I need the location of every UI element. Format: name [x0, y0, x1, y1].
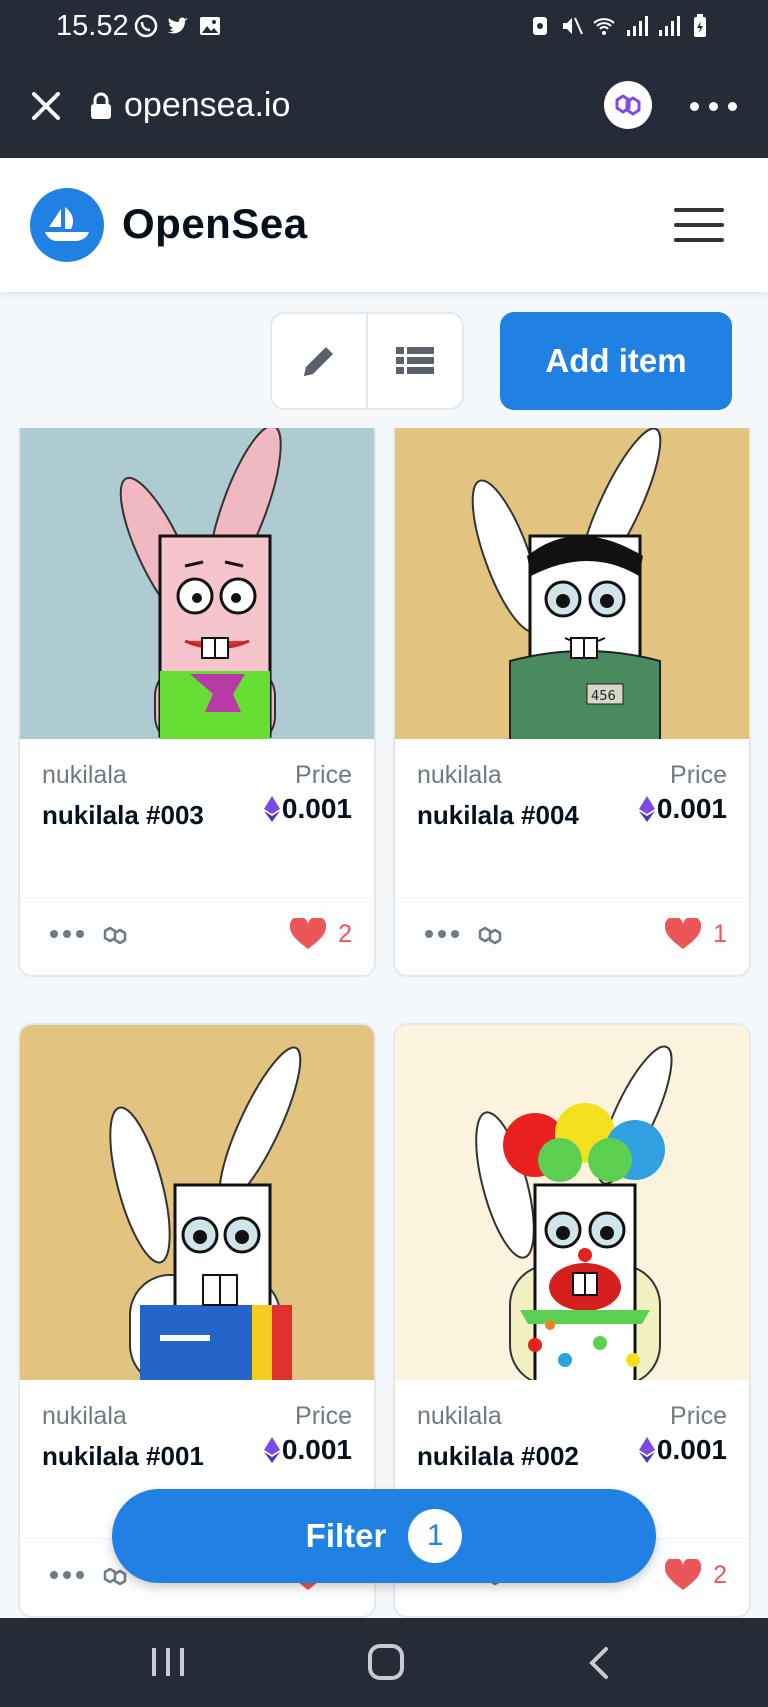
card-info: nukilala nukilala #003 Price 0.001: [20, 739, 374, 897]
item-name[interactable]: nukilala #004: [417, 797, 607, 834]
filter-count-badge: 1: [408, 1509, 463, 1563]
nft-card[interactable]: 456 nukilala nukilala #004 Price 0.001 1: [393, 428, 751, 977]
price-label: Price: [295, 761, 352, 789]
menu-icon[interactable]: [674, 208, 724, 242]
nft-image[interactable]: [395, 1025, 749, 1380]
site-header: OpenSea: [0, 158, 768, 292]
heart-icon: [665, 1559, 702, 1590]
nft-image[interactable]: [20, 1025, 374, 1380]
nft-image[interactable]: [20, 428, 374, 739]
item-name[interactable]: nukilala #003: [42, 797, 232, 834]
like-count: 1: [713, 919, 727, 948]
more-icon[interactable]: [50, 1571, 84, 1579]
view-toggle: [270, 312, 464, 410]
toolbar: Add item: [0, 292, 768, 428]
item-name[interactable]: nukilala #002: [417, 1438, 607, 1475]
polygon-icon[interactable]: [604, 81, 652, 129]
edit-icon[interactable]: [272, 314, 368, 408]
signal-icon: [656, 14, 680, 38]
twitter-icon: [166, 14, 190, 38]
recent-apps-icon[interactable]: [152, 1648, 184, 1676]
card-footer: 1: [395, 897, 749, 975]
price-value: 0.001: [638, 793, 727, 825]
price-value: 0.001: [638, 1434, 727, 1466]
eth-icon: [638, 1437, 655, 1463]
lock-icon: [90, 92, 112, 120]
card-footer: 2: [20, 897, 374, 975]
filter-label: Filter: [305, 1517, 387, 1554]
price-label: Price: [295, 1402, 352, 1430]
mute-icon: [560, 14, 584, 38]
whatsapp-icon: [134, 14, 158, 38]
wifi-icon: [592, 14, 616, 38]
eth-icon: [263, 1437, 280, 1463]
status-system-icons: [528, 14, 712, 38]
like-count: 2: [338, 919, 352, 948]
browser-bar: opensea.io: [0, 56, 768, 158]
more-options-icon[interactable]: [690, 102, 737, 111]
home-icon[interactable]: [368, 1644, 404, 1680]
status-bar: 15.52: [0, 0, 768, 56]
eth-icon: [638, 796, 655, 822]
price-label: Price: [670, 1402, 727, 1430]
collection-name[interactable]: nukilala: [42, 1402, 127, 1431]
add-item-button[interactable]: Add item: [500, 312, 732, 410]
collection-name[interactable]: nukilala: [42, 761, 127, 790]
price-label: Price: [670, 761, 727, 789]
heart-icon: [290, 918, 327, 949]
eth-icon: [263, 796, 280, 822]
system-nav-bar: [0, 1618, 768, 1707]
status-time: 15.52: [56, 10, 129, 42]
polygon-chain-icon: [102, 922, 132, 953]
more-icon[interactable]: [50, 930, 84, 938]
close-icon[interactable]: [30, 90, 62, 122]
signal-icon: [624, 14, 648, 38]
svg-text:456: 456: [591, 689, 616, 704]
like-button[interactable]: 2: [290, 918, 352, 950]
item-grid: nukilala nukilala #003 Price 0.001 2 456…: [0, 428, 768, 1618]
gallery-icon: [198, 14, 222, 38]
more-icon[interactable]: [425, 930, 459, 938]
filter-button[interactable]: Filter 1: [112, 1489, 656, 1583]
brand-name[interactable]: OpenSea: [122, 200, 308, 248]
nft-card[interactable]: nukilala nukilala #003 Price 0.001 2: [18, 428, 376, 977]
status-notification-icons: [134, 14, 222, 38]
item-name[interactable]: nukilala #001: [42, 1438, 232, 1475]
back-icon[interactable]: [588, 1646, 610, 1685]
list-view-icon[interactable]: [368, 314, 462, 408]
card-info: nukilala nukilala #004 Price 0.001: [395, 739, 749, 897]
price-value: 0.001: [263, 793, 352, 825]
collection-name[interactable]: nukilala: [417, 1402, 502, 1431]
nft-image[interactable]: 456: [395, 428, 749, 739]
heart-icon: [665, 918, 702, 949]
opensea-logo-icon[interactable]: [30, 188, 104, 262]
price-value: 0.001: [263, 1434, 352, 1466]
like-count: 2: [713, 1560, 727, 1589]
battery-charging-icon: [688, 14, 712, 38]
nfc-icon: [528, 14, 552, 38]
like-button[interactable]: 1: [665, 918, 727, 950]
collection-name[interactable]: nukilala: [417, 761, 502, 790]
polygon-chain-icon: [477, 922, 507, 953]
address-bar-url[interactable]: opensea.io: [124, 86, 290, 125]
like-button[interactable]: 2: [665, 1559, 727, 1591]
